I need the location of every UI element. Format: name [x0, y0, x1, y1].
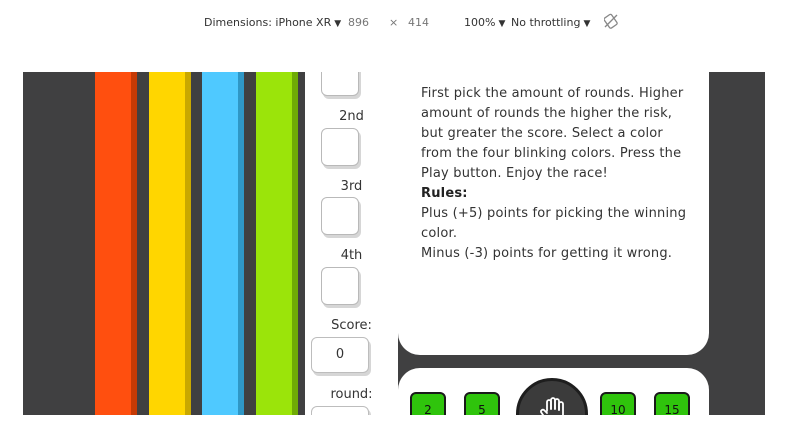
standings-panel: 2nd 3rd 4th Score: 0 round:	[305, 72, 398, 415]
instructions-text: First pick the amount of rounds. Higher …	[421, 84, 696, 264]
rotate-icon[interactable]	[603, 13, 618, 32]
round-label: round:	[330, 387, 373, 402]
zoom-label: 100%	[464, 16, 496, 29]
throttling-label: No throttling	[511, 16, 581, 29]
zoom-dropdown[interactable]: 100% ▼	[464, 16, 505, 29]
rule-plus: Plus (+5) points for picking the winning…	[421, 206, 687, 241]
second-place-label: 2nd	[339, 109, 364, 124]
device-dropdown[interactable]: Dimensions: iPhone XR ▼	[204, 16, 341, 29]
rounds-5-button[interactable]: 5	[464, 392, 500, 415]
times-symbol: ×	[389, 16, 399, 29]
second-place-slot	[321, 128, 359, 166]
instructions-panel: First pick the amount of rounds. Higher …	[398, 72, 709, 355]
lane-green[interactable]	[256, 72, 298, 415]
lane-blue[interactable]	[202, 72, 244, 415]
rule-minus: Minus (-3) points for getting it wrong.	[421, 246, 673, 261]
instructions-paragraph: First pick the amount of rounds. Higher …	[421, 86, 684, 181]
chevron-down-icon: ▼	[334, 19, 342, 29]
rounds-2-button[interactable]: 2	[410, 392, 446, 415]
throttling-dropdown[interactable]: No throttling ▼	[511, 16, 590, 29]
lane-orange[interactable]	[95, 72, 137, 415]
round-value	[311, 406, 369, 415]
width-input[interactable]: 896	[348, 16, 369, 29]
play-button[interactable]	[516, 378, 588, 415]
first-place-slot	[321, 72, 359, 96]
rounds-10-button[interactable]: 10	[600, 392, 636, 415]
lane-yellow[interactable]	[149, 72, 191, 415]
third-place-label: 3rd	[340, 179, 363, 194]
fourth-place-label: 4th	[340, 248, 363, 263]
lane-shade	[238, 72, 244, 415]
height-input[interactable]: 414	[408, 16, 429, 29]
score-value: 0	[311, 337, 369, 373]
score-label: Score:	[331, 318, 372, 333]
third-place-slot	[321, 197, 359, 235]
chevron-down-icon: ▼	[583, 19, 591, 29]
device-label: Dimensions: iPhone XR	[204, 16, 332, 29]
fourth-place-slot	[321, 267, 359, 305]
devtools-device-toolbar: Dimensions: iPhone XR ▼ 896 × 414 100% ▼ N…	[0, 0, 800, 46]
lane-shade	[292, 72, 298, 415]
lane-shade	[185, 72, 191, 415]
chevron-down-icon: ▼	[498, 19, 506, 29]
game-viewport: 2nd 3rd 4th Score: 0 round: First pick t…	[23, 72, 765, 415]
hand-icon	[539, 395, 567, 415]
rules-title: Rules:	[421, 186, 468, 201]
rounds-15-button[interactable]: 15	[654, 392, 690, 415]
lane-shade	[131, 72, 137, 415]
round-controls: 2 5 10 15	[398, 368, 709, 415]
